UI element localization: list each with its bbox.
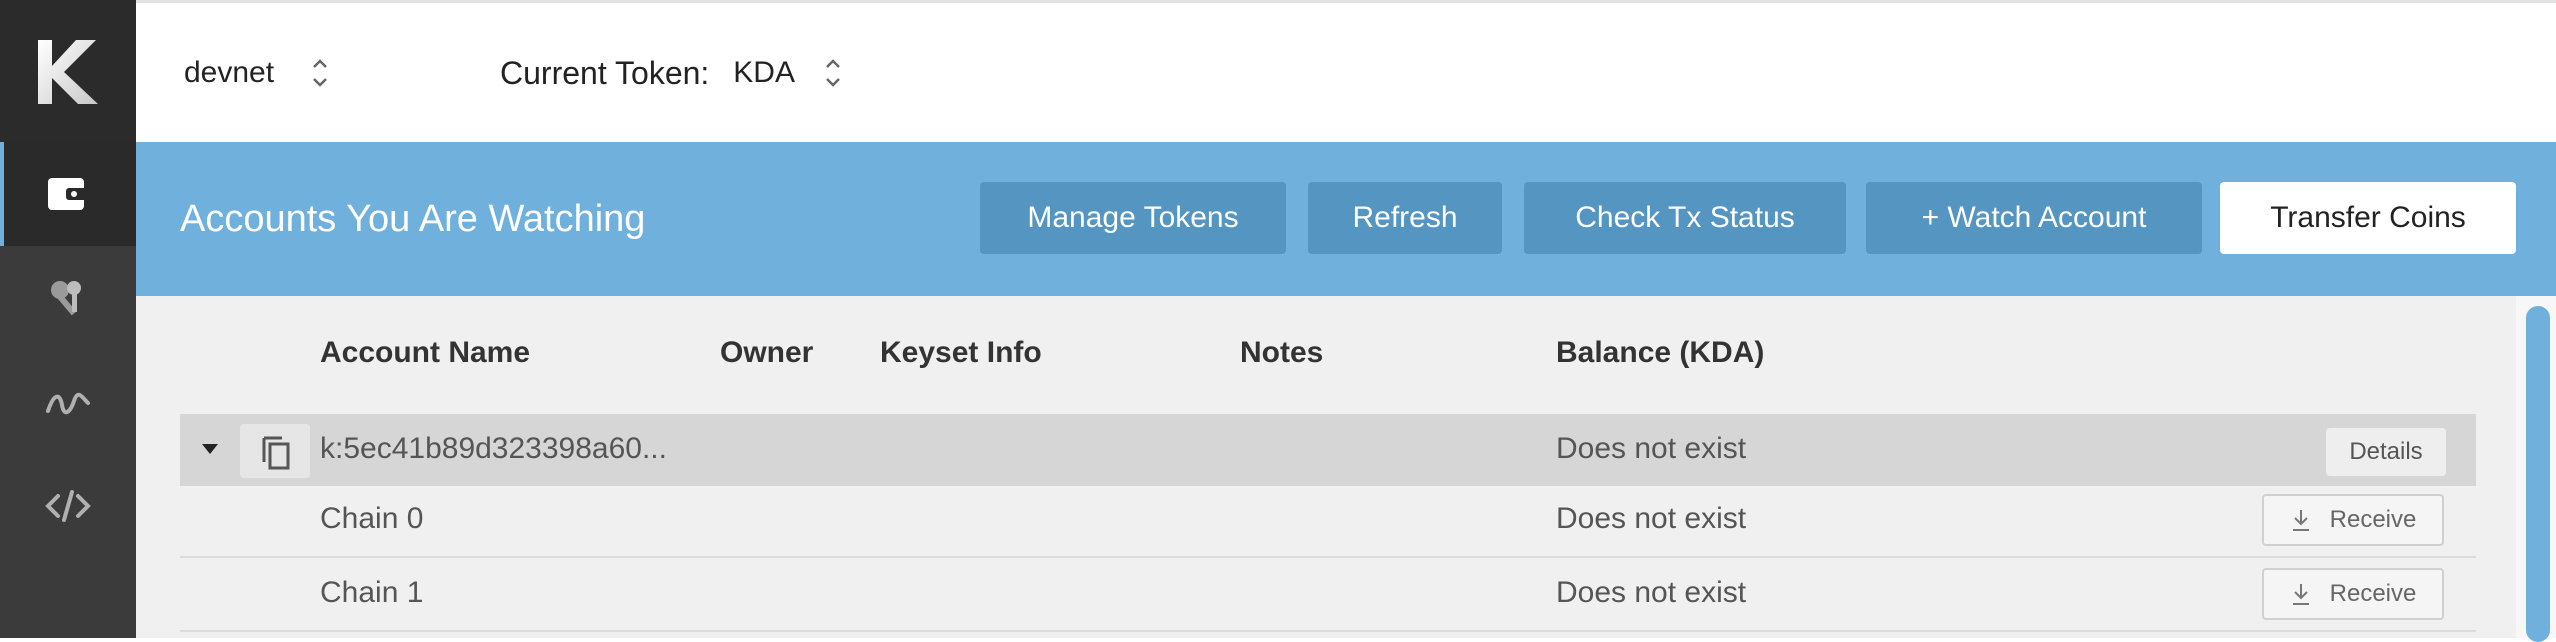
nav-code[interactable]: [0, 454, 136, 558]
nav-sign[interactable]: [0, 350, 136, 454]
col-account-name: Account Name: [320, 336, 531, 369]
token-value: KDA: [733, 56, 795, 89]
download-icon: [2292, 584, 2309, 605]
refresh-button[interactable]: Refresh: [1308, 182, 1502, 254]
keys-icon: [51, 281, 81, 316]
k-logo-icon: [38, 40, 98, 104]
chain-name: Chain 1: [320, 576, 424, 609]
sidebar: [0, 0, 136, 638]
chain-name: Chain 0: [320, 502, 424, 535]
receive-button[interactable]: Receive: [2262, 494, 2444, 546]
wallet-icon: [48, 178, 88, 210]
account-row[interactable]: k:5ec41b89d323398a60... Does not exist D…: [180, 414, 2476, 486]
scrollbar[interactable]: [2516, 296, 2556, 642]
page-title: Accounts You Are Watching: [180, 198, 646, 240]
top-bar: devnet Current Token: KDA: [136, 0, 2556, 142]
col-notes: Notes: [1240, 336, 1324, 369]
caret-down-icon[interactable]: [200, 442, 220, 456]
network-value: devnet: [184, 56, 275, 89]
receive-label: Receive: [2329, 506, 2417, 533]
nav-keys[interactable]: [0, 246, 136, 350]
token-select[interactable]: Current Token: KDA: [500, 53, 843, 93]
manage-tokens-button[interactable]: Manage Tokens: [980, 182, 1286, 254]
account-balance: Does not exist: [1556, 432, 1747, 465]
col-keyset-info: Keyset Info: [880, 336, 1042, 369]
receive-button[interactable]: Receive: [2262, 568, 2444, 620]
updown-chevron-icon: [826, 59, 840, 87]
token-label: Current Token:: [500, 54, 710, 91]
col-owner: Owner: [720, 336, 814, 369]
network-select[interactable]: devnet: [184, 53, 330, 93]
chain-balance: Does not exist: [1556, 576, 1747, 609]
accounts-table: Account Name Owner Keyset Info Notes Bal…: [136, 296, 2556, 642]
signature-icon: [46, 392, 90, 415]
table-row: Chain 0 Does not exist Receive: [180, 486, 2476, 558]
code-icon: [45, 490, 91, 522]
copy-button[interactable]: [240, 424, 310, 478]
account-name: k:5ec41b89d323398a60...: [320, 432, 667, 465]
kadena-logo[interactable]: [0, 0, 136, 142]
receive-label: Receive: [2329, 580, 2417, 607]
watch-account-button[interactable]: + Watch Account: [1866, 182, 2202, 254]
col-balance: Balance (KDA): [1556, 336, 1765, 369]
nav-wallet[interactable]: [0, 142, 136, 246]
updown-chevron-icon: [313, 59, 327, 87]
transfer-coins-button[interactable]: Transfer Coins: [2220, 182, 2516, 254]
copy-icon: [262, 436, 290, 470]
accounts-header: Accounts You Are Watching Manage Tokens …: [136, 142, 2556, 296]
table-row: Chain 1 Does not exist Receive: [180, 560, 2476, 632]
chain-balance: Does not exist: [1556, 502, 1747, 535]
download-icon: [2292, 510, 2309, 531]
scrollbar-thumb[interactable]: [2526, 306, 2550, 642]
check-tx-status-button[interactable]: Check Tx Status: [1524, 182, 1846, 254]
details-button[interactable]: Details: [2326, 428, 2446, 476]
